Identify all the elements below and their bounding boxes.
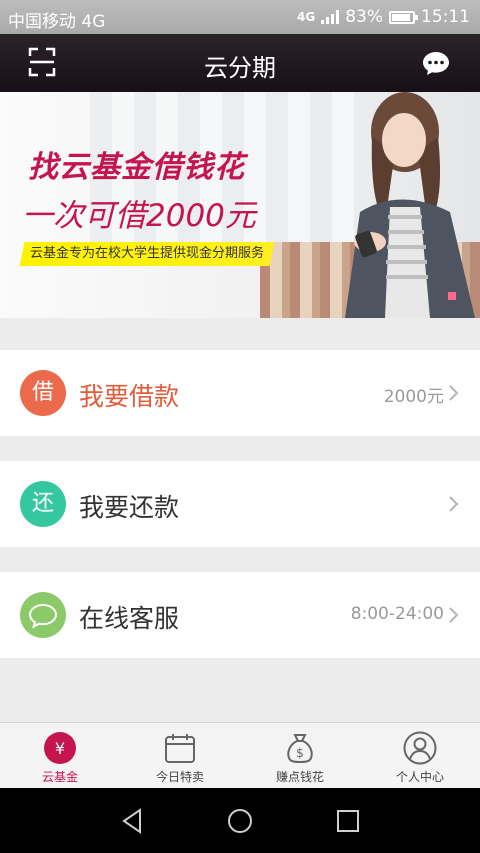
tab-daily-sale[interactable]: 今日特卖	[120, 723, 240, 788]
user-profile-icon	[403, 731, 437, 765]
battery-icon	[389, 10, 418, 24]
carousel-indicator-icon	[448, 292, 456, 300]
yen-coin-icon: ¥	[44, 732, 76, 764]
system-nav-bar	[0, 788, 480, 853]
banner-tagline: 云基金专为在校大学生提供现金分期服务	[19, 242, 275, 266]
chevron-right-icon	[449, 385, 459, 401]
app-header: 云分期	[0, 34, 480, 92]
calendar-icon	[165, 734, 195, 763]
service-hours: 8:00-24:00	[350, 604, 444, 624]
customer-service-label: 在线客服	[79, 604, 180, 633]
chat-bubble-icon[interactable]	[422, 50, 450, 76]
clock: 15:11	[421, 7, 470, 27]
chevron-right-icon	[449, 607, 459, 623]
borrow-icon: 借	[20, 370, 66, 416]
chevron-right-icon	[449, 496, 459, 512]
tab-label: 今日特卖	[155, 770, 204, 784]
recent-apps-icon[interactable]	[335, 808, 361, 834]
banner-tagline-text: 云基金专为在校大学生提供现金分期服务	[30, 246, 265, 261]
customer-service-row[interactable]: 在线客服 8:00-24:00	[0, 572, 480, 658]
status-bar: 中国移动 4G 4G 83% 15:11	[0, 0, 480, 34]
page-title: 云分期	[204, 54, 276, 82]
chat-icon	[20, 592, 66, 638]
network-type-icon: 4G	[297, 10, 316, 24]
back-icon[interactable]	[120, 808, 146, 834]
tab-yunjijin[interactable]: ¥ 云基金	[0, 723, 120, 788]
tab-earn-money[interactable]: $ 赚点钱花	[240, 723, 360, 788]
money-bag-icon: $	[287, 734, 313, 764]
banner-model-image	[345, 92, 475, 318]
repay-icon: 还	[20, 481, 66, 527]
repay-label: 我要还款	[79, 493, 180, 522]
svg-text:$: $	[296, 746, 304, 760]
svg-text:¥: ¥	[55, 739, 65, 758]
promo-banner[interactable]: 找云基金借钱花 一次可借2000元 云基金专为在校大学生提供现金分期服务	[0, 92, 480, 318]
borrow-row[interactable]: 借 我要借款 2000元	[0, 350, 480, 436]
tab-label: 个人中心	[395, 770, 444, 784]
battery-percent: 83%	[345, 7, 383, 27]
tab-label: 云基金	[41, 770, 78, 784]
tab-personal-center[interactable]: 个人中心	[360, 723, 480, 788]
bottom-tab-bar: ¥ 云基金 今日特卖 $ 赚点钱花 个人中心	[0, 722, 480, 788]
status-icons: 4G 83% 15:11	[297, 7, 470, 27]
borrow-amount: 2000元	[383, 387, 444, 407]
signal-icon	[321, 10, 340, 24]
repay-row[interactable]: 还 我要还款	[0, 461, 480, 547]
home-icon[interactable]	[227, 808, 253, 834]
banner-subline: 一次可借2000元	[22, 198, 256, 234]
banner-headline: 找云基金借钱花	[28, 150, 245, 185]
carrier-label: 中国移动 4G	[8, 12, 106, 32]
speech-bubble-icon	[28, 603, 58, 629]
tab-label: 赚点钱花	[275, 770, 324, 784]
borrow-label: 我要借款	[79, 382, 180, 411]
